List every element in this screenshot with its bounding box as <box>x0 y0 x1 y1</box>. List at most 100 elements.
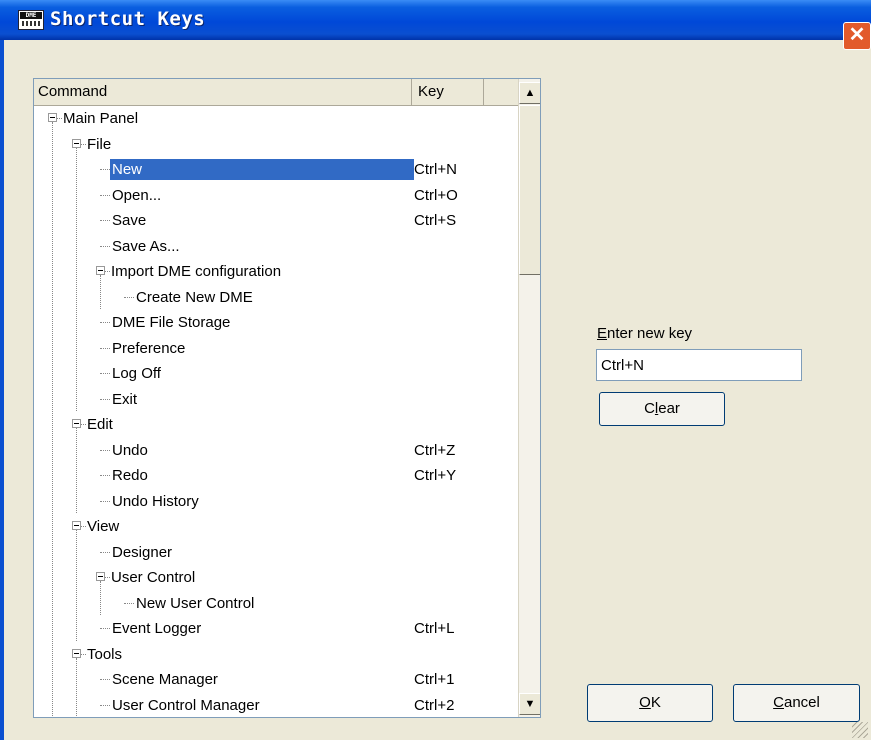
tree-connector <box>100 373 110 374</box>
cancel-label-post: ancel <box>783 694 820 711</box>
tree-connector <box>100 679 110 680</box>
tree-row[interactable]: Undo Ctrl+Z <box>34 438 518 464</box>
tree-item-label[interactable]: User Control Manager <box>110 695 262 716</box>
collapse-toggle-icon[interactable] <box>48 113 57 122</box>
resize-grip-icon[interactable] <box>852 722 868 738</box>
tree-row[interactable]: Undo History <box>34 489 518 515</box>
tree-row[interactable]: User Control <box>34 565 518 591</box>
tree-item-label[interactable]: DME File Storage <box>110 312 232 333</box>
tree-item-label[interactable]: Import DME configuration <box>109 261 283 282</box>
enter-new-key-label: Enter new key <box>597 325 692 342</box>
tree-connector <box>100 245 110 247</box>
tree-row[interactable]: Save As... <box>34 234 518 260</box>
tree-row[interactable]: User Control Manager Ctrl+2 <box>34 693 518 718</box>
collapse-toggle-icon[interactable] <box>72 648 81 658</box>
tree-item-label[interactable]: Save As... <box>110 236 182 257</box>
tree-item-label[interactable]: Save <box>110 210 148 231</box>
tree-row[interactable]: Edit <box>34 412 518 438</box>
command-tree[interactable]: Main Panel File New Ctrl+N Open... Ctrl+O Save… <box>34 106 518 718</box>
tree-row[interactable]: Scene Manager Ctrl+1 <box>34 667 518 693</box>
tree-row[interactable]: Save Ctrl+S <box>34 208 518 234</box>
tree-row[interactable]: Redo Ctrl+Y <box>34 463 518 489</box>
close-button[interactable]: ✕ <box>843 22 871 50</box>
window-frame-left <box>0 40 4 740</box>
tree-item-label[interactable]: Log Off <box>110 363 163 384</box>
tree-row[interactable]: New User Control <box>34 591 518 617</box>
tree-row[interactable]: Event Logger Ctrl+L <box>34 616 518 642</box>
tree-item-key: Ctrl+L <box>414 620 455 637</box>
tree-item-label[interactable]: User Control <box>109 567 197 588</box>
collapse-toggle-icon[interactable] <box>72 521 81 530</box>
tree-item-label[interactable]: Undo <box>110 440 150 461</box>
ok-label-accel: O <box>639 694 651 711</box>
vertical-scrollbar[interactable]: ▲ ▼ <box>518 79 540 717</box>
tree-item-label[interactable]: Tools <box>85 644 124 665</box>
tree-item-label[interactable]: Event Logger <box>110 618 203 639</box>
new-key-input[interactable] <box>596 349 802 381</box>
tree-row[interactable]: Import DME configuration <box>34 259 518 285</box>
ok-label-post: K <box>650 694 661 711</box>
shortcut-keys-dialog: DME Shortcut Keys ✕ Command Key Main Pan… <box>0 0 871 740</box>
tree-row[interactable]: View <box>34 514 518 540</box>
tree-row[interactable]: Exit <box>34 387 518 413</box>
collapse-toggle-icon[interactable] <box>96 572 105 581</box>
tree-connector <box>100 398 110 400</box>
shortcut-list[interactable]: Command Key Main Panel File New Ctrl+N Open.… <box>33 78 541 718</box>
app-icon-label: DME <box>20 12 42 19</box>
tree-connector <box>100 220 110 221</box>
tree-item-key: Ctrl+Y <box>414 467 457 484</box>
keyboard-glyph <box>22 21 40 26</box>
tree-item-label[interactable]: Exit <box>110 389 139 410</box>
tree-item-label[interactable]: Redo <box>110 465 150 486</box>
column-header-key[interactable]: Key <box>412 79 484 106</box>
tree-row[interactable]: Open... Ctrl+O <box>34 183 518 209</box>
tree-item-label[interactable]: Main Panel <box>61 108 140 129</box>
scroll-thumb[interactable] <box>519 105 540 275</box>
collapse-toggle-icon[interactable] <box>96 266 105 275</box>
tree-connector <box>100 500 110 502</box>
clear-button[interactable]: Clear <box>599 392 725 426</box>
tree-item-label[interactable]: Edit <box>85 414 115 435</box>
tree-row[interactable]: New Ctrl+N <box>34 157 518 183</box>
enter-label-accel: E <box>597 325 608 342</box>
tree-connector <box>100 475 110 476</box>
tree-item-label[interactable]: New <box>110 159 414 180</box>
tree-connector <box>100 551 110 553</box>
tree-row[interactable]: Tools <box>34 642 518 668</box>
tree-item-key: Ctrl+S <box>414 212 457 229</box>
tree-row[interactable]: Main Panel <box>34 106 518 132</box>
tree-item-key: Ctrl+N <box>414 161 457 178</box>
collapse-toggle-icon[interactable] <box>72 138 81 148</box>
tree-row[interactable]: Preference <box>34 336 518 362</box>
column-header-command[interactable]: Command <box>34 79 412 106</box>
tree-row[interactable]: Log Off <box>34 361 518 387</box>
tree-guide-line <box>100 275 101 310</box>
cancel-button[interactable]: Cancel <box>733 684 860 722</box>
collapse-toggle-icon[interactable] <box>72 419 81 428</box>
scroll-up-arrow-icon[interactable]: ▲ <box>519 82 540 104</box>
tree-item-label[interactable]: Designer <box>110 542 174 563</box>
tree-item-label[interactable]: File <box>85 134 113 155</box>
tree-item-label[interactable]: Create New DME <box>134 287 255 308</box>
tree-guide-line <box>100 581 101 616</box>
tree-item-label[interactable]: Open... <box>110 185 163 206</box>
tree-item-key: Ctrl+O <box>414 186 458 204</box>
tree-row[interactable]: File <box>34 132 518 158</box>
ok-button[interactable]: OK <box>587 684 713 722</box>
enter-label-rest: nter new key <box>607 325 693 342</box>
scroll-down-arrow-icon[interactable]: ▼ <box>519 693 540 715</box>
tree-connector <box>100 347 110 349</box>
tree-row[interactable]: Designer <box>34 540 518 566</box>
tree-item-label[interactable]: Undo History <box>110 491 201 512</box>
title-bar[interactable]: DME Shortcut Keys <box>0 0 871 40</box>
tree-item-label[interactable]: View <box>85 516 121 537</box>
tree-guide-line <box>76 147 77 412</box>
tree-item-key: Ctrl+2 <box>414 696 455 714</box>
tree-guide-line <box>76 428 77 514</box>
tree-item-label[interactable]: Scene Manager <box>110 669 220 690</box>
tree-row[interactable]: DME File Storage <box>34 310 518 336</box>
tree-item-label[interactable]: New User Control <box>134 593 256 614</box>
tree-item-label[interactable]: Preference <box>110 338 187 359</box>
tree-connector <box>124 296 134 298</box>
tree-row[interactable]: Create New DME <box>34 285 518 311</box>
